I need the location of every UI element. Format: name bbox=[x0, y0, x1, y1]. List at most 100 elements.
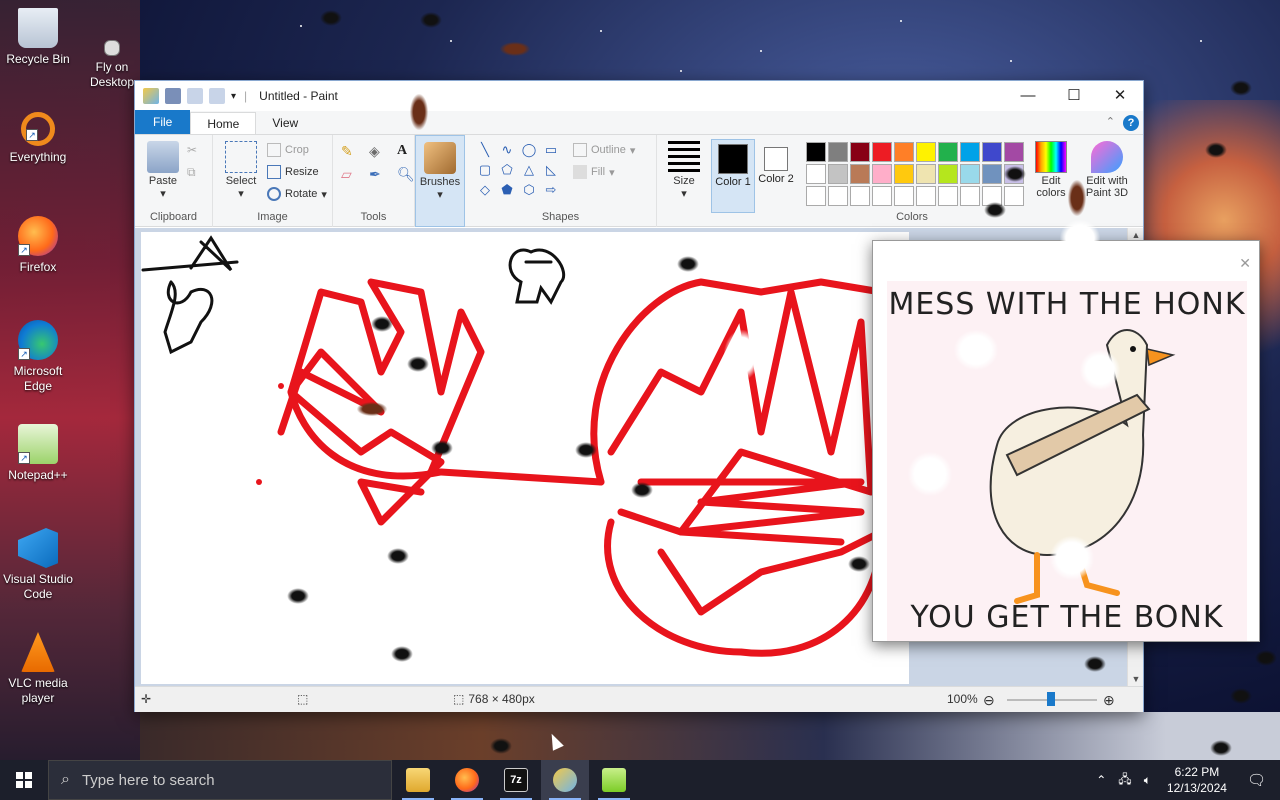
windows-logo-icon bbox=[16, 772, 32, 788]
color-swatch[interactable] bbox=[806, 186, 826, 206]
undo-icon[interactable] bbox=[187, 88, 203, 104]
color-swatch[interactable] bbox=[938, 142, 958, 162]
brushes-label: Brushes bbox=[419, 176, 461, 188]
desktop-icon-firefox[interactable]: ↗ Firefox bbox=[2, 216, 74, 275]
canvas-size-text: 768 × 480px bbox=[468, 692, 535, 706]
color-swatch[interactable] bbox=[960, 164, 980, 184]
pencil-icon[interactable]: ✎ bbox=[341, 143, 363, 160]
color-picker-icon[interactable]: ✒ bbox=[369, 166, 391, 183]
color-swatch[interactable] bbox=[982, 164, 1002, 184]
color2-button[interactable]: Color 2 bbox=[755, 139, 797, 213]
zoom-slider-thumb[interactable] bbox=[1047, 692, 1055, 706]
canvas-size-icon: ⬚ bbox=[453, 692, 465, 706]
resize-button[interactable]: Resize bbox=[267, 165, 319, 179]
desktop-icon-label: Microsoft Edge bbox=[13, 364, 63, 393]
redo-icon[interactable] bbox=[209, 88, 225, 104]
minimize-button[interactable]: — bbox=[1005, 81, 1051, 111]
color-swatch[interactable] bbox=[850, 164, 870, 184]
desktop-icon-notepadpp[interactable]: ↗ Notepad++ bbox=[2, 424, 74, 483]
group-label: Clipboard bbox=[149, 211, 198, 223]
tab-view[interactable]: View bbox=[256, 112, 314, 134]
color-swatch[interactable] bbox=[806, 164, 826, 184]
zoom-in-icon[interactable]: ⊕ bbox=[1103, 692, 1115, 709]
customize-qa-icon[interactable]: ▾ bbox=[231, 91, 236, 102]
color-swatch[interactable] bbox=[894, 164, 914, 184]
color-palette[interactable] bbox=[805, 141, 1025, 207]
drawing-canvas[interactable] bbox=[141, 232, 909, 684]
desktop-icon-vscode[interactable]: Visual Studio Code bbox=[2, 528, 74, 602]
edit-colors-label: Edit colors bbox=[1036, 175, 1066, 199]
color-swatch[interactable] bbox=[872, 142, 892, 162]
clock[interactable]: 6:22 PM 12/13/2024 bbox=[1157, 764, 1237, 796]
fly-sprite bbox=[407, 356, 429, 372]
color-swatch[interactable] bbox=[894, 142, 914, 162]
color-swatch[interactable] bbox=[850, 142, 870, 162]
collapse-ribbon-icon[interactable]: ⌃ bbox=[1106, 115, 1115, 128]
brush-icon bbox=[424, 142, 456, 174]
paste-button[interactable]: Paste ▾ bbox=[143, 141, 183, 200]
goose-sprite bbox=[954, 330, 998, 370]
size-button[interactable]: Size ▾ bbox=[657, 135, 711, 226]
cut-icon[interactable]: ✂ bbox=[187, 143, 197, 157]
color-swatch[interactable] bbox=[982, 142, 1002, 162]
color-swatch[interactable] bbox=[960, 142, 980, 162]
color-swatch[interactable] bbox=[872, 186, 892, 206]
copy-icon[interactable]: ⧉ bbox=[187, 165, 196, 180]
tab-home[interactable]: Home bbox=[190, 112, 257, 134]
taskbar-firefox[interactable] bbox=[443, 760, 491, 800]
paint3d-label: Edit with Paint 3D bbox=[1085, 175, 1129, 199]
taskbar-notepadpp[interactable] bbox=[590, 760, 638, 800]
select-button[interactable]: Select ▾ bbox=[219, 141, 263, 200]
color-swatch[interactable] bbox=[850, 186, 870, 206]
desktop-icon-everything[interactable]: ↗ Everything bbox=[2, 112, 74, 165]
color1-button[interactable]: Color 1 bbox=[711, 139, 755, 213]
color-swatch[interactable] bbox=[938, 164, 958, 184]
color-swatch[interactable] bbox=[916, 164, 936, 184]
help-icon[interactable]: ? bbox=[1123, 115, 1139, 131]
desktop-icon-recycle-bin[interactable]: Recycle Bin bbox=[2, 8, 74, 67]
tab-file[interactable]: File bbox=[135, 110, 191, 134]
maximize-button[interactable]: ☐ bbox=[1051, 81, 1097, 111]
wallpaper-bottom bbox=[140, 712, 1280, 760]
fill-button[interactable]: Fill ▾ bbox=[573, 165, 615, 179]
color-swatch[interactable] bbox=[894, 186, 914, 206]
taskbar-paint[interactable] bbox=[541, 760, 589, 800]
zoom-out-icon[interactable]: ⊖ bbox=[983, 692, 995, 709]
notification-center-icon[interactable]: 🗨︎ bbox=[1237, 771, 1280, 789]
desktop-icon-vlc[interactable]: VLC media player bbox=[2, 632, 74, 706]
taskbar-7zip[interactable]: 7z bbox=[492, 760, 540, 800]
color-swatch[interactable] bbox=[828, 164, 848, 184]
color-swatch[interactable] bbox=[916, 186, 936, 206]
paint-app-icon bbox=[143, 88, 159, 104]
network-icon[interactable]: 🖧︎ bbox=[1112, 770, 1137, 791]
crop-icon bbox=[267, 143, 281, 157]
show-hidden-icons-icon[interactable]: ⌃ bbox=[1090, 773, 1112, 787]
desktop-icon-edge[interactable]: ↗ Microsoft Edge bbox=[2, 320, 74, 394]
color-swatch[interactable] bbox=[828, 186, 848, 206]
close-button[interactable]: ✕ bbox=[1097, 81, 1143, 111]
volume-muted-icon[interactable]: 🔈︎ bbox=[1138, 773, 1157, 788]
color-swatch[interactable] bbox=[872, 164, 892, 184]
color1-swatch bbox=[718, 144, 748, 174]
start-button[interactable] bbox=[0, 760, 48, 800]
color-swatch[interactable] bbox=[1004, 186, 1024, 206]
rotate-button[interactable]: Rotate ▾ bbox=[267, 187, 327, 201]
taskbar-file-explorer[interactable] bbox=[394, 760, 442, 800]
taskbar-search-box[interactable]: ⌕ Type here to search bbox=[48, 760, 392, 800]
eraser-icon[interactable]: ▱ bbox=[341, 166, 363, 183]
shapes-gallery[interactable]: ╲ ∿ ◯ ▭ ▢ ⬠ △ ◺ ◇ ⬟ ⬡ ⇨ bbox=[475, 141, 561, 199]
color-swatch[interactable] bbox=[960, 186, 980, 206]
fill-icon[interactable]: ◈ bbox=[369, 143, 391, 160]
color-swatch[interactable] bbox=[806, 142, 826, 162]
close-icon[interactable]: ✕ bbox=[1239, 255, 1251, 272]
group-label: Tools bbox=[360, 211, 387, 223]
crop-button[interactable]: Crop bbox=[267, 143, 309, 157]
color-swatch[interactable] bbox=[828, 142, 848, 162]
save-icon[interactable] bbox=[165, 88, 181, 104]
outline-button[interactable]: Outline ▾ bbox=[573, 143, 635, 157]
color-swatch[interactable] bbox=[916, 142, 936, 162]
color-swatch[interactable] bbox=[938, 186, 958, 206]
brushes-button[interactable]: Brushes ▾ bbox=[415, 135, 465, 227]
resize-icon bbox=[267, 165, 281, 179]
color-swatch[interactable] bbox=[1004, 142, 1024, 162]
